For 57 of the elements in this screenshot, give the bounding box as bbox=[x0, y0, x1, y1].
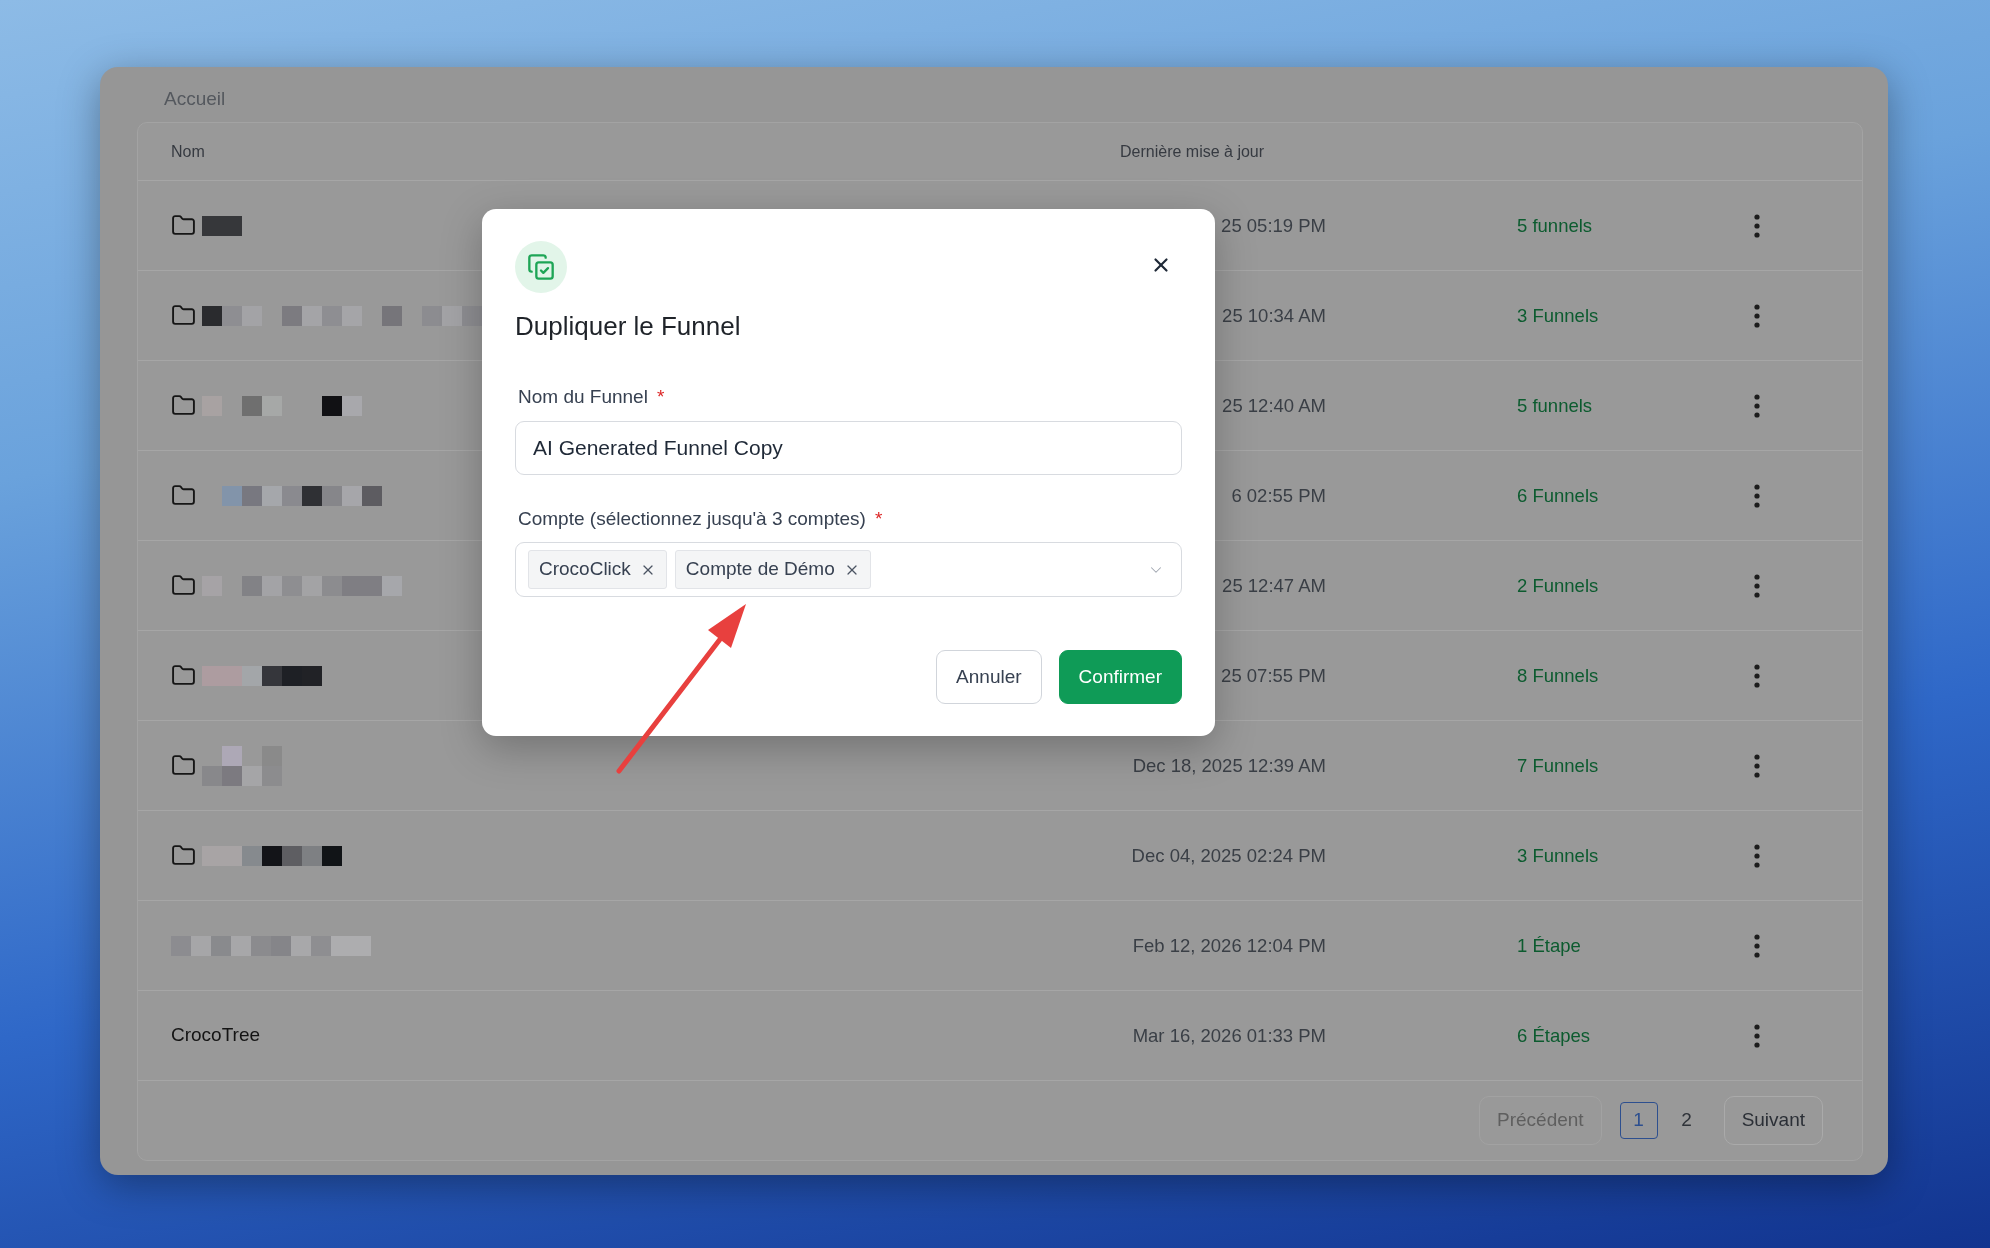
account-select[interactable]: CrocoClick Compte de Démo bbox=[515, 542, 1182, 597]
more-vertical-icon[interactable] bbox=[1754, 573, 1760, 598]
updated-date: Feb 12, 2026 12:04 PM bbox=[1132, 934, 1326, 956]
breadcrumb[interactable]: Accueil bbox=[164, 87, 226, 111]
folder-icon bbox=[171, 483, 196, 508]
copy-check-icon bbox=[515, 241, 567, 293]
updated-date: Dec 18, 2025 12:39 AM bbox=[1132, 754, 1326, 776]
funnel-name-input[interactable]: AI Generated Funnel Copy bbox=[515, 421, 1182, 475]
updated-date: 25 12:40 AM bbox=[1222, 394, 1326, 416]
row-name: CrocoTree bbox=[171, 1023, 261, 1048]
step-count: 6 Funnels bbox=[1517, 484, 1599, 506]
next-button[interactable]: Suivant bbox=[1723, 1096, 1823, 1145]
step-count: 5 funnels bbox=[1517, 394, 1593, 416]
more-vertical-icon[interactable] bbox=[1754, 483, 1760, 508]
column-header: Nom bbox=[171, 142, 205, 160]
field-label: Compte (sélectionnez jusqu'à 3 comptes) bbox=[518, 507, 866, 531]
cancel-button[interactable]: Annuler bbox=[936, 650, 1042, 704]
step-count: 8 Funnels bbox=[1517, 664, 1599, 686]
more-vertical-icon[interactable] bbox=[1754, 1023, 1760, 1048]
page-button[interactable]: 2 bbox=[1667, 1102, 1706, 1139]
folder-icon bbox=[171, 213, 196, 238]
step-count: 5 funnels bbox=[1517, 214, 1593, 236]
step-count: 1 Étape bbox=[1517, 934, 1581, 956]
step-count: 3 Funnels bbox=[1517, 844, 1599, 866]
folder-icon bbox=[171, 573, 196, 598]
updated-date: Mar 16, 2026 01:33 PM bbox=[1132, 1024, 1326, 1046]
updated-date: 25 07:55 PM bbox=[1221, 664, 1326, 686]
dialog-title: Dupliquer le Funnel bbox=[515, 311, 741, 341]
more-vertical-icon[interactable] bbox=[1754, 843, 1760, 868]
more-vertical-icon[interactable] bbox=[1754, 393, 1760, 418]
updated-date: Dec 04, 2025 02:24 PM bbox=[1131, 844, 1326, 866]
more-vertical-icon[interactable] bbox=[1754, 213, 1760, 238]
confirm-button[interactable]: Confirmer bbox=[1058, 650, 1182, 704]
step-count: 7 Funnels bbox=[1517, 754, 1599, 776]
folder-icon bbox=[171, 663, 196, 688]
required-mark: * bbox=[874, 507, 883, 531]
tag-label: Compte de Démo bbox=[685, 557, 835, 582]
updated-date: 25 12:47 AM bbox=[1222, 574, 1326, 596]
folder-icon bbox=[171, 843, 196, 868]
required-mark: * bbox=[656, 385, 665, 409]
more-vertical-icon[interactable] bbox=[1754, 753, 1760, 778]
step-count: 3 Funnels bbox=[1517, 304, 1599, 326]
folder-icon bbox=[171, 393, 196, 418]
updated-date: 25 10:34 AM bbox=[1222, 304, 1326, 326]
field-label: Nom du Funnel bbox=[518, 385, 648, 409]
folder-icon bbox=[171, 753, 196, 778]
step-count: 2 Funnels bbox=[1517, 574, 1599, 596]
updated-date: 25 05:19 PM bbox=[1221, 214, 1326, 236]
more-vertical-icon[interactable] bbox=[1754, 933, 1760, 958]
more-vertical-icon[interactable] bbox=[1754, 303, 1760, 328]
tag-label: CrocoClick bbox=[539, 557, 631, 582]
more-vertical-icon[interactable] bbox=[1754, 663, 1760, 688]
page-button[interactable]: 1 bbox=[1619, 1102, 1658, 1139]
column-header: Dernière mise à jour bbox=[1120, 142, 1265, 160]
updated-date: 6 02:55 PM bbox=[1231, 484, 1326, 506]
step-count: 6 Étapes bbox=[1517, 1024, 1591, 1046]
folder-icon bbox=[171, 303, 196, 328]
